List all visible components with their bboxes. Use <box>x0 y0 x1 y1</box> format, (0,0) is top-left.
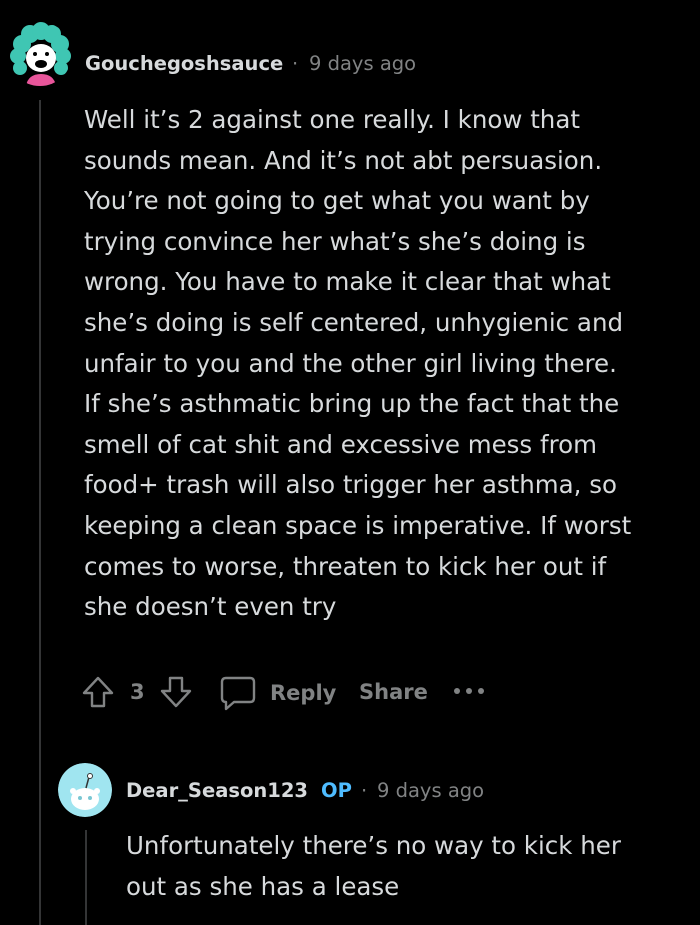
comment-body-line: smell of cat shit and excessive mess fro… <box>84 429 597 459</box>
reply-avatar[interactable] <box>58 763 112 817</box>
comment-author[interactable]: Gouchegoshsauce <box>85 52 283 75</box>
comment-body-line: food+ trash will also trigger her asthma… <box>84 470 617 500</box>
reply-button[interactable]: Reply <box>218 674 336 712</box>
arrow-down-icon <box>160 676 192 708</box>
reply-separator: · <box>361 779 368 802</box>
vote-score: 3 <box>130 680 145 704</box>
downvote-button[interactable] <box>158 674 194 710</box>
reply-body-line: Unfortunately there’s no way to kick her <box>126 831 621 860</box>
speech-bubble-icon <box>220 676 256 711</box>
reply-label: Reply <box>270 681 337 705</box>
avatar[interactable] <box>8 22 72 86</box>
reply-body-line: out as she has a lease <box>126 872 400 901</box>
comment-body-line: If she’s asthmatic bring up the fact tha… <box>84 389 620 419</box>
more-dots-icon <box>454 688 484 694</box>
user-avatar-icon <box>8 22 72 86</box>
comment-body-line: Well it’s 2 against one really. I know t… <box>84 105 580 134</box>
comment-body-line: You’re not going to get what you want by <box>84 186 590 216</box>
comment-body-line: comes to worse, threaten to kick her out… <box>84 551 607 581</box>
comment-body-line: keeping a clean space is imperative. If … <box>84 511 632 540</box>
arrow-up-icon <box>82 676 114 708</box>
comment-thread-line[interactable] <box>39 100 41 925</box>
reply-author[interactable]: Dear_Season123 <box>126 779 308 802</box>
comment-body-line: unfair to you and the other girl living … <box>84 348 617 378</box>
comment-body-line: she’s doing is self centered, unhygienic… <box>84 308 624 337</box>
share-button[interactable]: Share <box>359 680 428 704</box>
comment-separator: · <box>292 52 299 75</box>
comment-body-line: sounds mean. And it’s not abt persuasion… <box>84 145 603 175</box>
more-options-button[interactable] <box>452 686 488 696</box>
reply-timestamp[interactable]: 9 days ago <box>377 779 484 802</box>
comment-body-line: she doesn’t even try <box>84 592 337 622</box>
comment-body-line: wrong. You have to make it clear that wh… <box>84 267 611 297</box>
comment-timestamp[interactable]: 9 days ago <box>309 52 416 75</box>
op-badge: OP <box>321 779 352 802</box>
snoo-avatar-icon <box>58 763 112 817</box>
reply-thread-line[interactable] <box>85 830 87 925</box>
upvote-button[interactable] <box>80 674 116 710</box>
comment-body-line: trying convince her what’s she’s doing i… <box>84 226 586 256</box>
